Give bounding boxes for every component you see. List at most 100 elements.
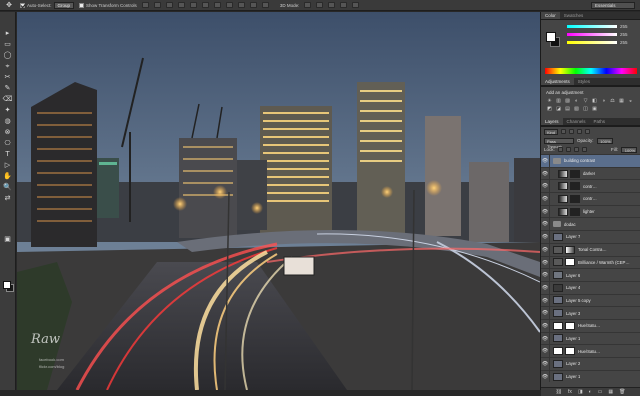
align-left-icon[interactable] [177,2,185,8]
green-slider[interactable]: 255 [567,32,628,37]
workspace-switcher[interactable]: Essentials [591,2,635,9]
tab-paths[interactable]: Paths [590,118,610,125]
layer-mask-thumbnail[interactable] [570,207,580,216]
quick-select-tool[interactable]: ⌖ [2,61,14,71]
layer-mask-thumbnail[interactable] [565,245,575,254]
layer-name[interactable]: Hue/Satu… [578,323,600,328]
visibility-eye-icon[interactable]: 👁 [541,167,550,180]
3d-rotate-icon[interactable] [304,2,312,8]
layer-row[interactable]: 👁 Layer 3 [541,306,640,319]
move-tool-icon[interactable]: ✥ [3,0,15,10]
green-value[interactable]: 255 [620,32,628,37]
visibility-eye-icon[interactable]: 👁 [541,180,550,193]
layer-row[interactable]: 👁 Layer 1 [541,369,640,383]
channel-mixer-icon[interactable]: ◒ [627,98,634,104]
layer-row[interactable]: 👁 contr… [541,179,640,193]
align-right-icon[interactable] [201,2,209,8]
exposure-icon[interactable]: ◐ [573,98,580,104]
layer-name[interactable]: Layer 5 copy [566,298,591,303]
threshold-icon[interactable]: ▧ [573,106,580,112]
filter-shape-icon[interactable] [585,129,591,134]
marquee-tool[interactable]: ▭ [2,39,14,49]
kind-filter-dropdown[interactable]: Kind [544,128,559,135]
distribute-center-icon[interactable] [261,2,269,8]
visibility-eye-icon[interactable]: 👁 [541,370,550,383]
blue-slider[interactable]: 255 [567,40,628,45]
brush-tool[interactable]: ✦ [2,105,14,115]
swap-colors-icon[interactable]: ⇄ [2,193,14,203]
selective-color-icon[interactable]: ◫ [582,106,589,112]
zoom-tool[interactable]: 🔍 [2,182,14,192]
visibility-eye-icon[interactable]: 👁 [541,231,550,243]
layer-name[interactable]: Layer 1 [566,336,580,341]
layer-name[interactable]: contr… [583,196,597,201]
3d-roll-icon[interactable] [316,2,324,8]
crop-tool[interactable]: ✂ [2,72,14,82]
tab-color[interactable]: Color [541,12,560,19]
layer-row[interactable]: 👁 contr… [541,192,640,205]
lock-all-icon[interactable] [581,147,587,152]
hand-tool[interactable]: ✋ [2,171,14,181]
move-tool[interactable]: ▸ [2,28,14,38]
layer-mask-thumbnail[interactable] [565,347,575,356]
visibility-eye-icon[interactable]: 👁 [541,243,550,256]
layer-row[interactable]: 👁 Brilliance / Warmth (CEP… [541,255,640,269]
layer-row[interactable]: 👁 Hue/Satu… [541,344,640,357]
visibility-eye-icon[interactable]: 👁 [541,294,550,307]
layer-mask-thumbnail[interactable] [570,194,580,203]
red-slider[interactable]: 255 [567,24,628,29]
opacity-input[interactable]: 100% [596,137,613,144]
visibility-eye-icon[interactable]: 👁 [541,256,550,269]
layer-row[interactable]: 👁 darker [541,166,640,180]
lock-transparency-icon[interactable] [557,147,563,152]
auto-select-checkbox[interactable] [20,2,25,8]
lock-pixels-icon[interactable] [565,147,571,152]
layer-name[interactable]: Layer 3 [566,311,580,316]
align-bottom-icon[interactable] [165,2,173,8]
distribute-bottom-icon[interactable] [237,2,245,8]
show-transform-control[interactable]: Show Transform Controls [79,2,137,8]
distribute-left-icon[interactable] [249,2,257,8]
gradient-map-icon[interactable]: ▣ [591,106,598,112]
auto-select-control[interactable]: Auto-Select: Group [20,1,75,9]
align-middle-icon[interactable] [153,2,161,8]
tab-swatches[interactable]: Swatches [560,12,588,19]
black-white-icon[interactable]: ⚖ [609,98,616,104]
layer-name[interactable]: Hue/Satu… [578,349,600,354]
layer-name[interactable]: Layer 2 [566,361,580,366]
blend-mode-dropdown[interactable]: Pass Through [544,137,574,149]
healing-tool[interactable]: ⌫ [2,94,14,104]
layer-row[interactable]: 👁 Hue/Satu… [541,318,640,332]
foreground-color-swatch[interactable] [3,281,11,289]
layer-row[interactable]: 👁 Layer 2 [541,357,640,370]
invert-icon[interactable]: ◪ [555,106,562,112]
layer-name[interactable]: Tonal Contra… [578,247,607,252]
tab-adjustments[interactable]: Adjustments [541,78,574,85]
brightness-contrast-icon[interactable]: ☀ [546,98,553,104]
visibility-eye-icon[interactable]: 👁 [541,332,550,345]
path-select-tool[interactable]: ▷ [2,160,14,170]
photo-filter-icon[interactable]: ▦ [618,98,625,104]
layer-name[interactable]: Brilliance / Warmth (CEP… [578,260,630,265]
3d-drag-icon[interactable] [328,2,336,8]
layer-name[interactable]: Layer 6 [566,273,580,278]
lock-position-icon[interactable] [573,147,579,152]
curves-icon[interactable]: ▨ [564,98,571,104]
layer-mask-thumbnail[interactable] [565,321,575,330]
gradient-tool[interactable]: ⎔ [2,138,14,148]
color-lookup-icon[interactable]: ◩ [546,106,553,112]
quick-mask-icon[interactable]: ▣ [2,234,14,244]
visibility-eye-icon[interactable]: 👁 [541,319,550,332]
fill-input[interactable]: 100% [621,146,637,153]
layer-name[interactable]: contr… [583,184,597,189]
layer-name[interactable]: Layer 7 [566,234,580,239]
layer-row[interactable]: 👁 Layer 1 [541,331,640,345]
layer-name[interactable]: darker [583,171,595,176]
tab-channels[interactable]: Channels [563,118,590,125]
auto-select-dropdown[interactable]: Group [53,1,75,9]
align-center-icon[interactable] [189,2,197,8]
filter-adjust-icon[interactable] [569,129,575,134]
levels-icon[interactable]: ▥ [555,98,562,104]
3d-scale-icon[interactable] [352,2,360,8]
align-top-icon[interactable] [141,2,149,8]
